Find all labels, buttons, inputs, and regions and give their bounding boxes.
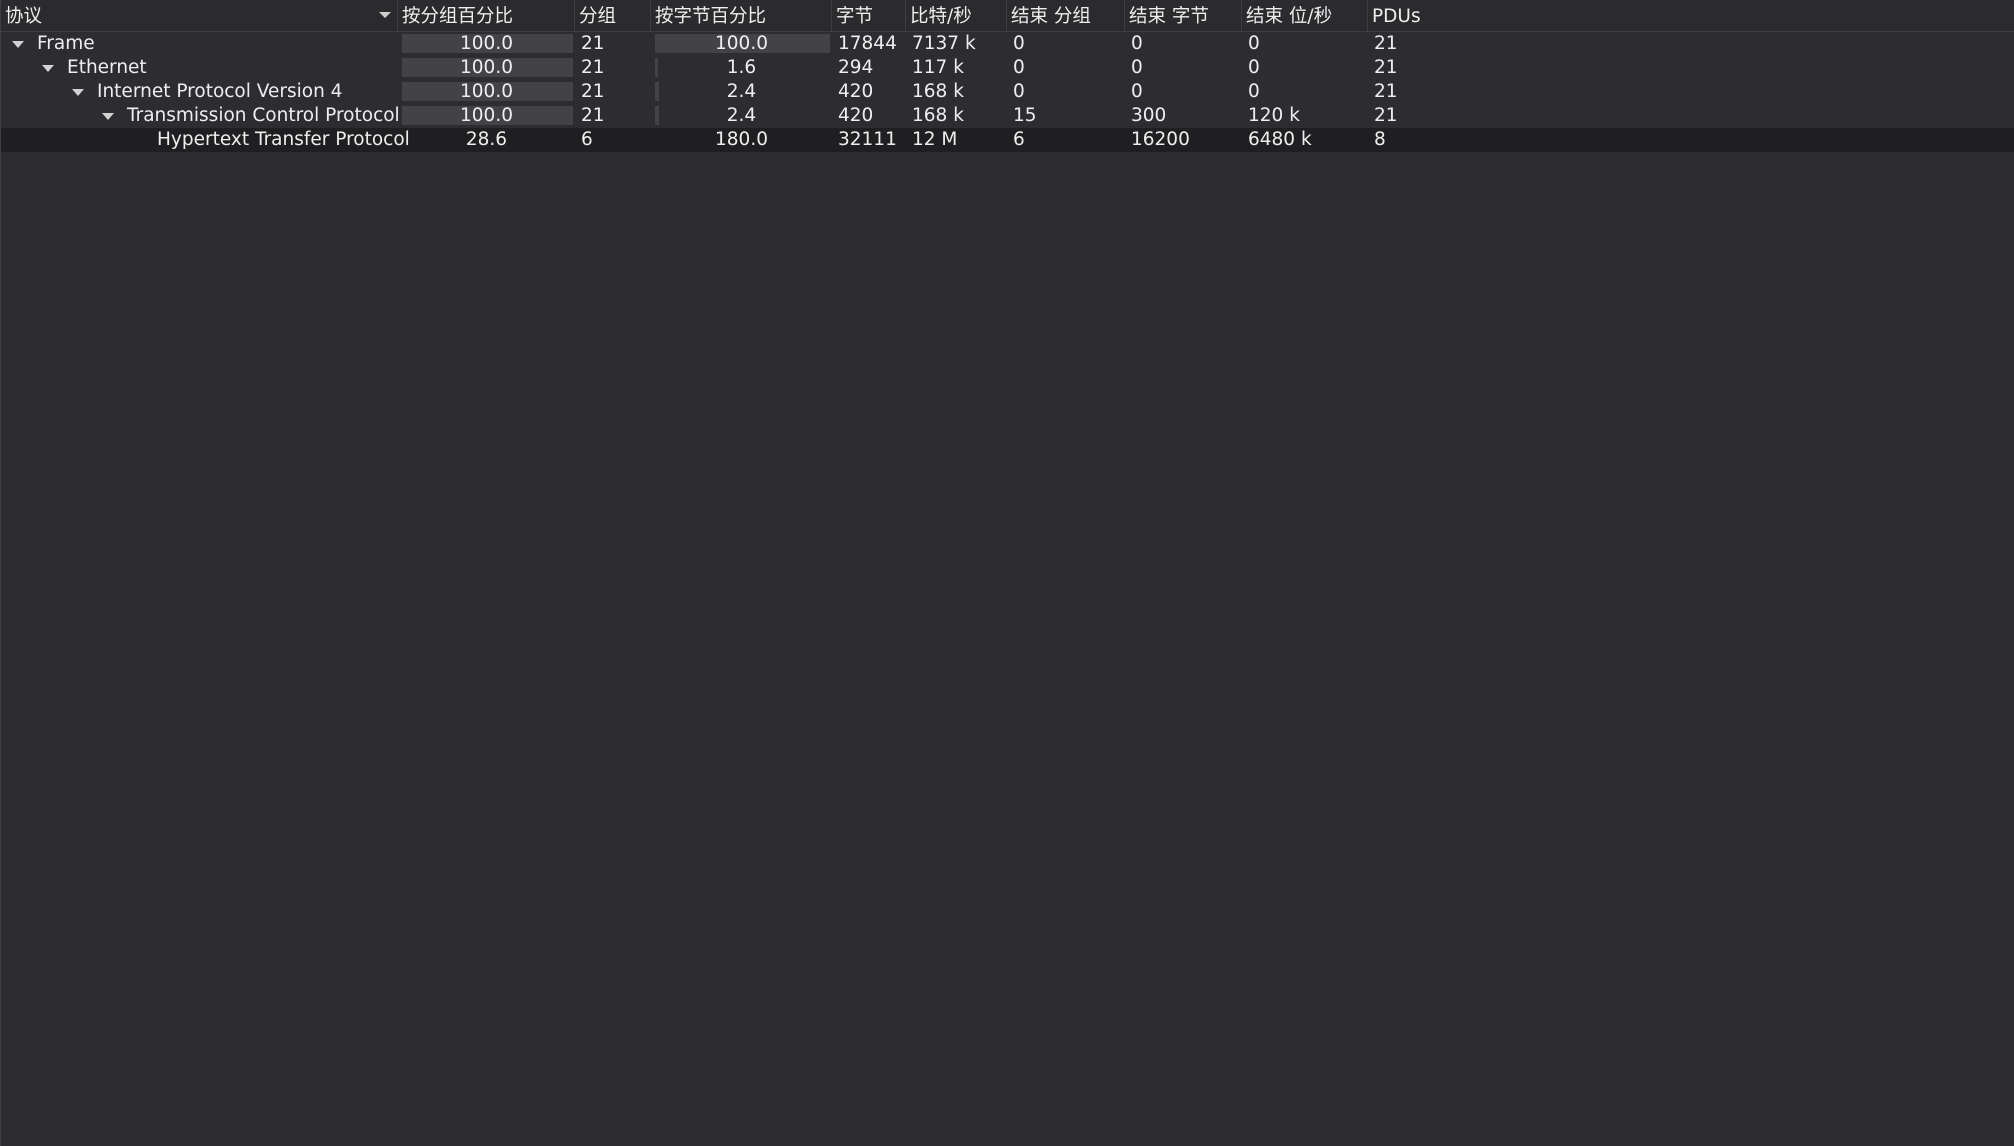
- percent-value: 100.0: [460, 57, 513, 78]
- pdus-cell: 21: [1374, 33, 1398, 54]
- end-bps-cell: 120 k: [1248, 105, 1300, 126]
- end-packets-cell: 0: [1013, 81, 1025, 102]
- header-pct-packets[interactable]: 按分组百分比: [398, 0, 575, 31]
- pct-bytes-cell: 1.6: [651, 56, 832, 80]
- pdus-cell: 8: [1374, 129, 1386, 150]
- packets-cell: 21: [581, 105, 605, 126]
- bytes-cell: 420: [838, 81, 874, 102]
- end-packets-cell: 0: [1013, 33, 1025, 54]
- pct-packets-cell: 100.0: [398, 32, 575, 56]
- expand-triangle-icon[interactable]: [42, 65, 54, 72]
- tree-rows: Frame 100.0 100.0 21 17844 7137 k 0 0 0 21 Etherne…: [1, 32, 2014, 152]
- sort-chevron-down-icon[interactable]: [379, 12, 391, 18]
- expand-triangle-icon[interactable]: [102, 113, 114, 120]
- packets-cell: 21: [581, 33, 605, 54]
- end-packets-cell: 0: [1013, 57, 1025, 78]
- header-label: PDUs: [1372, 6, 1421, 27]
- protocol-cell: Ethernet: [1, 56, 398, 80]
- pdus-cell: 21: [1374, 81, 1398, 102]
- pct-packets-cell: 100.0: [398, 104, 575, 128]
- packets-cell: 6: [581, 129, 593, 150]
- header-pct-bytes[interactable]: 按字节百分比: [651, 0, 832, 31]
- packets-cell: 21: [581, 57, 605, 78]
- tree-row[interactable]: Internet Protocol Version 4 100.0 2.4 21 420…: [1, 80, 2014, 104]
- pdus-cell: 21: [1374, 105, 1398, 126]
- end-bps-cell: 6480 k: [1248, 129, 1312, 150]
- header-protocol[interactable]: 协议: [1, 0, 398, 31]
- tree-row[interactable]: Ethernet 100.0 1.6 21 294 117 k 0 0 0 21: [1, 56, 2014, 80]
- pdus-cell: 21: [1374, 57, 1398, 78]
- header-packets[interactable]: 分组: [575, 0, 651, 31]
- header-label: 结束 位/秒: [1246, 6, 1333, 27]
- column-header: 协议 按分组百分比 分组 按字节百分比 字节 比特/秒 结束 分组 结束 字节 …: [1, 0, 2014, 32]
- tree-row[interactable]: Transmission Control Protocol 100.0 2.4 21 4…: [1, 104, 2014, 128]
- header-label: 按字节百分比: [655, 6, 767, 27]
- end-bytes-cell: 0: [1131, 81, 1143, 102]
- header-label: 比特/秒: [910, 6, 972, 27]
- header-label: 协议: [5, 6, 43, 27]
- pct-bytes-cell: 180.0: [651, 128, 832, 152]
- bytes-cell: 420: [838, 105, 874, 126]
- pct-bytes-cell: 2.4: [651, 104, 832, 128]
- percent-value: 100.0: [460, 81, 513, 102]
- percent-value: 100.0: [460, 105, 513, 126]
- percent-value: 2.4: [726, 105, 757, 126]
- percent-value: 180.0: [715, 129, 768, 150]
- bps-cell: 12 M: [912, 129, 958, 150]
- header-pdus[interactable]: PDUs: [1368, 0, 2014, 31]
- end-packets-cell: 6: [1013, 129, 1025, 150]
- header-bps[interactable]: 比特/秒: [906, 0, 1007, 31]
- header-end-bps[interactable]: 结束 位/秒: [1242, 0, 1368, 31]
- protocol-cell: Transmission Control Protocol: [1, 104, 400, 128]
- protocol-name: Frame: [37, 33, 95, 54]
- bps-cell: 168 k: [912, 105, 964, 126]
- pct-packets-cell: 100.0: [398, 56, 575, 80]
- end-bytes-cell: 0: [1131, 57, 1143, 78]
- protocol-name: Hypertext Transfer Protocol: [157, 129, 410, 150]
- header-end-packets[interactable]: 结束 分组: [1007, 0, 1125, 31]
- pct-packets-cell: 28.6: [398, 128, 575, 152]
- percent-value: 100.0: [715, 33, 768, 54]
- protocol-name: Transmission Control Protocol: [127, 105, 400, 126]
- header-label: 结束 分组: [1011, 6, 1091, 27]
- end-bps-cell: 0: [1248, 57, 1260, 78]
- tree-row[interactable]: Frame 100.0 100.0 21 17844 7137 k 0 0 0 21: [1, 32, 2014, 56]
- pct-packets-cell: 100.0: [398, 80, 575, 104]
- protocol-cell: Internet Protocol Version 4: [1, 80, 398, 104]
- protocol-cell: Hypertext Transfer Protocol: [1, 128, 410, 152]
- pct-bytes-cell: 100.0: [651, 32, 832, 56]
- header-bytes[interactable]: 字节: [832, 0, 906, 31]
- header-label: 结束 字节: [1129, 6, 1209, 27]
- header-end-bytes[interactable]: 结束 字节: [1125, 0, 1242, 31]
- end-bytes-cell: 0: [1131, 33, 1143, 54]
- end-packets-cell: 15: [1013, 105, 1037, 126]
- percent-value: 2.4: [726, 81, 757, 102]
- tree-row[interactable]: Hypertext Transfer Protocol 28.6 180.0 6 321…: [1, 128, 2014, 152]
- protocol-name: Ethernet: [67, 57, 147, 78]
- protocol-name: Internet Protocol Version 4: [97, 81, 343, 102]
- bps-cell: 168 k: [912, 81, 964, 102]
- protocol-cell: Frame: [1, 32, 398, 56]
- end-bps-cell: 0: [1248, 33, 1260, 54]
- percent-value: 100.0: [460, 33, 513, 54]
- bps-cell: 117 k: [912, 57, 964, 78]
- expand-triangle-icon[interactable]: [72, 89, 84, 96]
- percent-value: 1.6: [726, 57, 757, 78]
- end-bytes-cell: 300: [1131, 105, 1167, 126]
- end-bytes-cell: 16200: [1131, 129, 1190, 150]
- bytes-cell: 17844: [838, 33, 897, 54]
- protocol-hierarchy-tree[interactable]: 协议 按分组百分比 分组 按字节百分比 字节 比特/秒 结束 分组 结束 字节 …: [0, 0, 2014, 1146]
- header-label: 分组: [579, 6, 617, 27]
- bytes-cell: 32111: [838, 129, 897, 150]
- bps-cell: 7137 k: [912, 33, 976, 54]
- header-label: 字节: [836, 6, 874, 27]
- packets-cell: 21: [581, 81, 605, 102]
- bytes-cell: 294: [838, 57, 874, 78]
- percent-value: 28.6: [465, 129, 508, 150]
- header-label: 按分组百分比: [402, 6, 514, 27]
- pct-bytes-cell: 2.4: [651, 80, 832, 104]
- expand-triangle-icon[interactable]: [12, 41, 24, 48]
- end-bps-cell: 0: [1248, 81, 1260, 102]
